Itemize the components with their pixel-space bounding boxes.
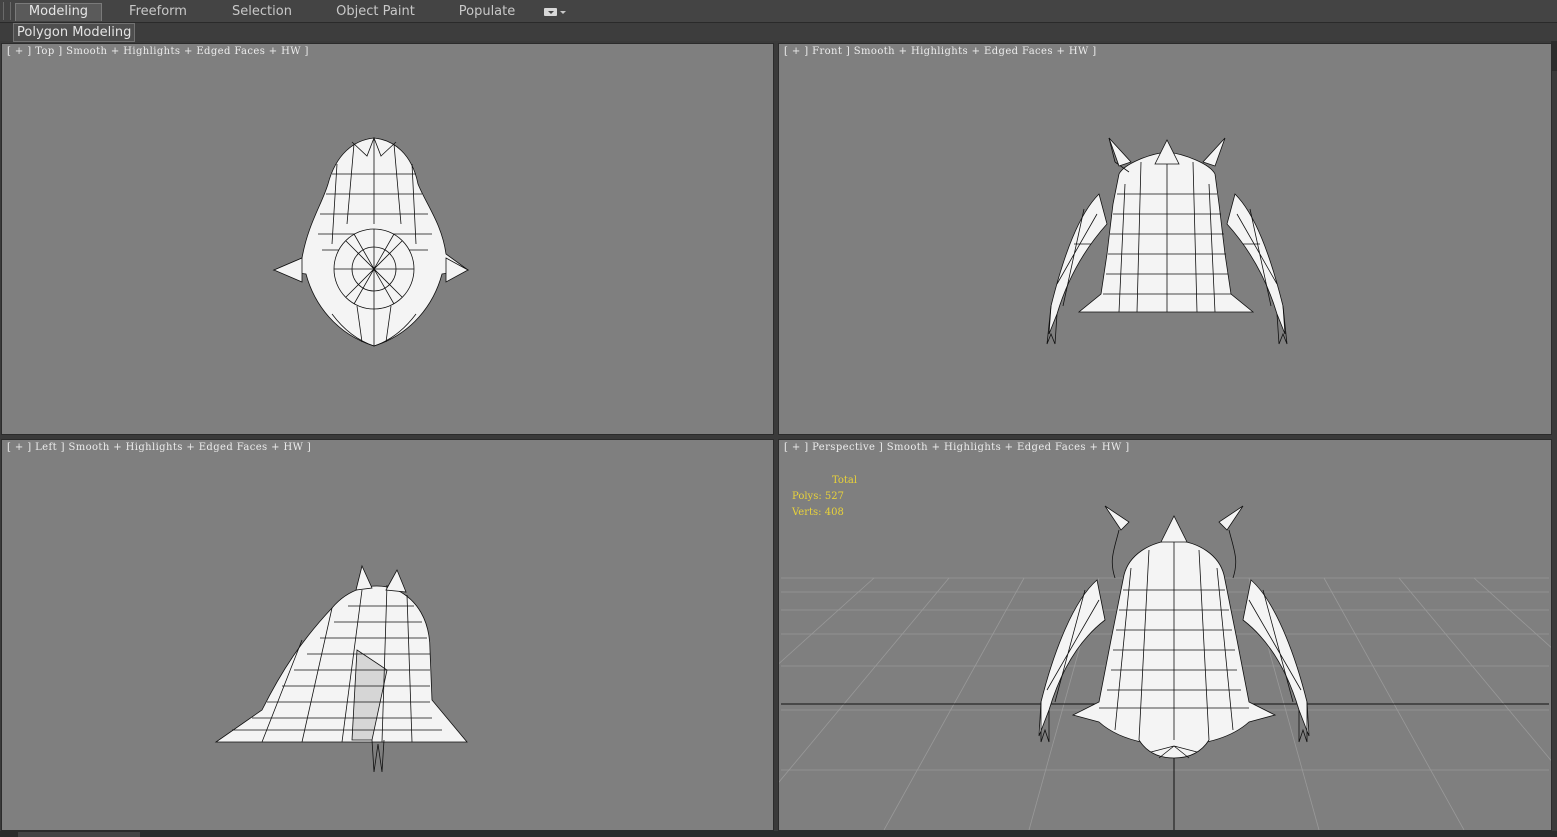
tab-selection[interactable]: Selection (222, 3, 302, 21)
viewport-front[interactable]: [ + ] Front ] Smooth + Highlights + Edge… (778, 43, 1552, 435)
viewport-top[interactable]: [ + ] Top ] Smooth + Highlights + Edged … (1, 43, 774, 435)
left-view-mesh (214, 564, 468, 773)
ribbon-tab-bar: Modeling Freeform Selection Object Paint… (0, 0, 1557, 23)
polygon-modeling-panel-button[interactable]: Polygon Modeling (13, 23, 136, 42)
front-view-mesh (1046, 137, 1288, 345)
top-view-mesh (272, 136, 470, 347)
viewport-perspective[interactable]: [ + ] Perspective ] Smooth + Highlights … (778, 439, 1552, 831)
tab-modeling[interactable]: Modeling (15, 3, 102, 21)
tab-freeform[interactable]: Freeform (118, 3, 198, 21)
ribbon-grip-handle[interactable] (3, 2, 11, 20)
bottom-tab[interactable] (18, 832, 140, 837)
viewport-left[interactable]: [ + ] Left ] Smooth + Highlights + Edged… (1, 439, 774, 831)
ribbon-toggle-icon (544, 8, 557, 16)
perspective-view-mesh (779, 505, 1551, 830)
tab-object-paint[interactable]: Object Paint (328, 3, 423, 21)
ribbon-options-dropdown[interactable] (544, 6, 568, 18)
tab-populate[interactable]: Populate (450, 3, 524, 21)
bottom-status-strip (0, 831, 1557, 837)
chevron-down-icon (560, 11, 566, 14)
ribbon-panel-row: Polygon Modeling (0, 23, 1557, 42)
